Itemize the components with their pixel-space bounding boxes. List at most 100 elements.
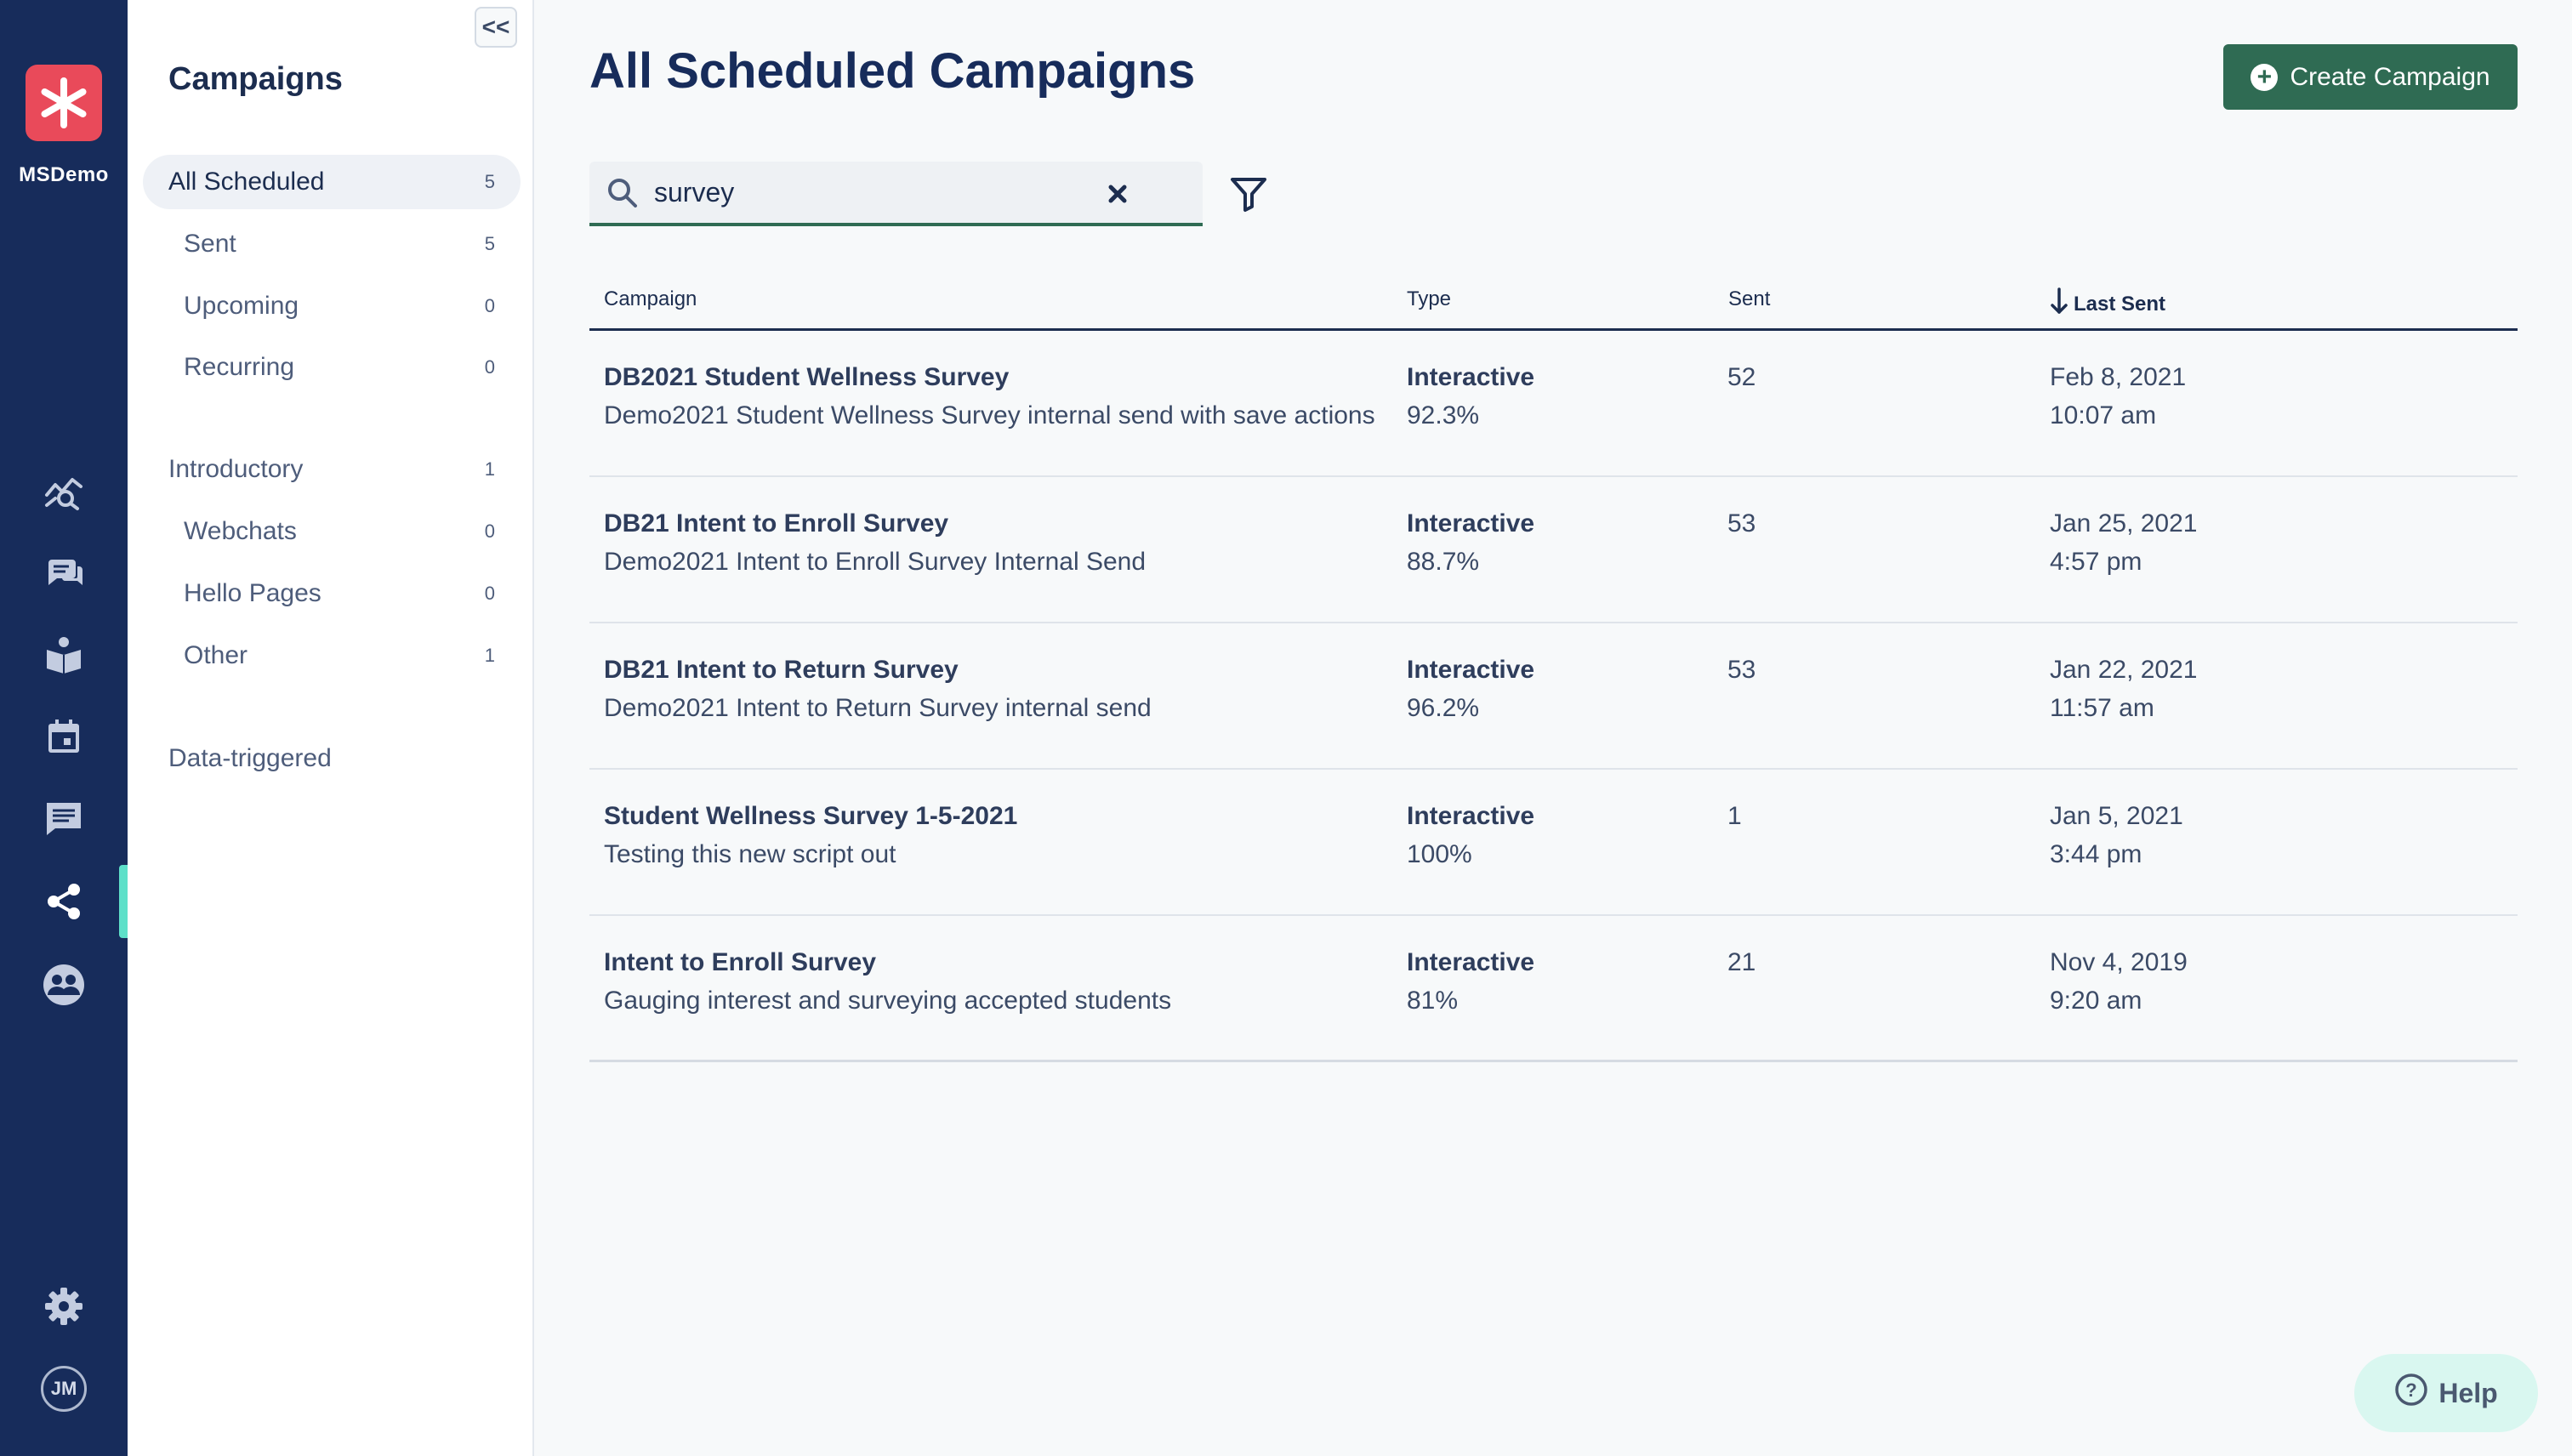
campaigns-sidebar: << Campaigns All Scheduled 5 Sent 5 Upco… bbox=[128, 0, 534, 1456]
sidebar-item-all-scheduled[interactable]: All Scheduled 5 bbox=[143, 155, 521, 209]
sidebar-item-introductory[interactable]: Introductory 1 bbox=[143, 442, 521, 497]
campaign-name[interactable]: DB2021 Student Wellness Survey bbox=[604, 358, 1375, 396]
sidebar-item-label: Hello Pages bbox=[184, 579, 322, 607]
svg-text:?: ? bbox=[2406, 1379, 2417, 1401]
sidebar-item-sent[interactable]: Sent 5 bbox=[143, 217, 521, 271]
sidebar-item-label: Introductory bbox=[168, 455, 304, 483]
response-rate: 96.2% bbox=[1407, 694, 1480, 722]
campaign-type: Interactive bbox=[1407, 656, 1535, 684]
sidebar-title: Campaigns bbox=[168, 61, 343, 97]
active-nav-indicator bbox=[119, 865, 128, 938]
share-network-icon[interactable] bbox=[38, 876, 89, 927]
collapse-sidebar-button[interactable]: << bbox=[475, 7, 517, 48]
campaign-description: Demo2021 Intent to Enroll Survey Interna… bbox=[604, 548, 1147, 576]
campaign-description: Gauging interest and surveying accepted … bbox=[604, 987, 1172, 1015]
response-rate: 88.7% bbox=[1407, 548, 1480, 576]
last-sent-date: Jan 5, 2021 bbox=[2050, 802, 2183, 830]
sent-count: 1 bbox=[1727, 802, 1742, 830]
last-sent-time: 11:57 am bbox=[2050, 694, 2154, 722]
campaign-cell: DB21 Intent to Return Survey Demo2021 In… bbox=[604, 651, 1152, 727]
campaign-name[interactable]: DB21 Intent to Return Survey bbox=[604, 651, 1152, 689]
sidebar-item-label: Recurring bbox=[184, 353, 295, 381]
chat-bubbles-icon[interactable] bbox=[38, 548, 89, 599]
campaign-type: Interactive bbox=[1407, 509, 1535, 537]
last-sent-cell: Jan 25, 2021 4:57 pm bbox=[2050, 504, 2197, 581]
sidebar-item-count: 0 bbox=[484, 295, 495, 316]
sidebar-item-count: 0 bbox=[484, 520, 495, 542]
plus-circle-icon: + bbox=[2250, 63, 2279, 91]
message-icon[interactable] bbox=[38, 793, 89, 844]
type-cell: Interactive 88.7% bbox=[1407, 504, 1534, 581]
app-logo-icon[interactable] bbox=[26, 65, 102, 141]
column-header-label: Last Sent bbox=[2074, 292, 2166, 316]
search-icon bbox=[606, 177, 639, 213]
sidebar-item-recurring[interactable]: Recurring 0 bbox=[143, 340, 521, 395]
sidebar-item-label: Upcoming bbox=[184, 292, 299, 320]
last-sent-date: Jan 22, 2021 bbox=[2050, 656, 2198, 684]
table-row[interactable]: DB2021 Student Wellness Survey Demo2021 … bbox=[589, 331, 2518, 477]
last-sent-date: Nov 4, 2019 bbox=[2050, 948, 2188, 976]
gear-icon[interactable] bbox=[38, 1281, 89, 1332]
sent-count: 53 bbox=[1727, 509, 1756, 537]
sidebar-item-data-triggered[interactable]: Data-triggered bbox=[143, 731, 521, 786]
sidebar-item-label: All Scheduled bbox=[168, 168, 325, 196]
table-row[interactable]: DB21 Intent to Return Survey Demo2021 In… bbox=[589, 623, 2518, 770]
sidebar-item-upcoming[interactable]: Upcoming 0 bbox=[143, 279, 521, 333]
help-button[interactable]: ? Help bbox=[2354, 1354, 2538, 1432]
sidebar-item-count: 5 bbox=[484, 171, 495, 192]
sent-count: 53 bbox=[1727, 656, 1756, 684]
last-sent-time: 10:07 am bbox=[2050, 401, 2157, 429]
type-cell: Interactive 100% bbox=[1407, 797, 1534, 873]
campaign-name[interactable]: Intent to Enroll Survey bbox=[604, 943, 1171, 981]
type-cell: Interactive 96.2% bbox=[1407, 651, 1534, 727]
type-cell: Interactive 92.3% bbox=[1407, 358, 1534, 435]
calendar-icon[interactable] bbox=[38, 711, 89, 762]
sidebar-item-count: 0 bbox=[484, 583, 495, 604]
filter-icon[interactable] bbox=[1225, 170, 1272, 218]
clear-search-icon[interactable] bbox=[1101, 177, 1135, 211]
table-row[interactable]: Intent to Enroll Survey Gauging interest… bbox=[589, 916, 2518, 1062]
create-campaign-label: Create Campaign bbox=[2290, 62, 2490, 91]
sidebar-item-label: Other bbox=[184, 641, 248, 669]
sidebar-item-other[interactable]: Other 1 bbox=[143, 628, 521, 683]
campaign-description: Demo2021 Intent to Return Survey interna… bbox=[604, 694, 1152, 722]
campaign-type: Interactive bbox=[1407, 363, 1535, 391]
create-campaign-button[interactable]: + Create Campaign bbox=[2223, 44, 2518, 110]
sidebar-item-count: 0 bbox=[484, 356, 495, 378]
response-rate: 92.3% bbox=[1407, 401, 1480, 429]
sidebar-item-label: Data-triggered bbox=[168, 744, 332, 772]
campaign-name[interactable]: Student Wellness Survey 1-5-2021 bbox=[604, 797, 1017, 835]
sidebar-item-hello-pages[interactable]: Hello Pages 0 bbox=[143, 566, 521, 621]
type-cell: Interactive 81% bbox=[1407, 943, 1534, 1020]
last-sent-time: 3:44 pm bbox=[2050, 840, 2142, 868]
column-header-type[interactable]: Type bbox=[1407, 287, 1451, 311]
column-header-sent[interactable]: Sent bbox=[1728, 287, 1770, 311]
campaign-cell: Student Wellness Survey 1-5-2021 Testing… bbox=[604, 797, 1017, 873]
campaign-cell: DB21 Intent to Enroll Survey Demo2021 In… bbox=[604, 504, 1146, 581]
user-avatar[interactable]: JM bbox=[41, 1366, 87, 1412]
people-icon[interactable] bbox=[38, 959, 89, 1010]
campaign-description: Testing this new script out bbox=[604, 840, 896, 868]
analytics-icon[interactable] bbox=[38, 466, 89, 517]
search-input[interactable] bbox=[654, 173, 1079, 211]
campaign-description: Demo2021 Student Wellness Survey interna… bbox=[604, 401, 1375, 429]
book-icon[interactable] bbox=[38, 629, 89, 680]
sort-down-arrow-icon bbox=[2050, 287, 2068, 321]
table-row[interactable]: DB21 Intent to Enroll Survey Demo2021 In… bbox=[589, 477, 2518, 623]
table-row[interactable]: Student Wellness Survey 1-5-2021 Testing… bbox=[589, 770, 2518, 916]
last-sent-date: Jan 25, 2021 bbox=[2050, 509, 2198, 537]
help-question-icon: ? bbox=[2394, 1373, 2428, 1413]
last-sent-cell: Jan 5, 2021 3:44 pm bbox=[2050, 797, 2183, 873]
sent-count: 52 bbox=[1727, 363, 1756, 391]
app-rail: MSDemo JM bbox=[0, 0, 128, 1456]
campaign-name[interactable]: DB21 Intent to Enroll Survey bbox=[604, 504, 1146, 543]
sidebar-item-webchats[interactable]: Webchats 0 bbox=[143, 504, 521, 559]
response-rate: 100% bbox=[1407, 840, 1472, 868]
column-header-last-sent[interactable]: Last Sent bbox=[2050, 287, 2165, 321]
column-header-campaign[interactable]: Campaign bbox=[604, 287, 697, 311]
campaign-type: Interactive bbox=[1407, 802, 1535, 830]
campaign-cell: DB2021 Student Wellness Survey Demo2021 … bbox=[604, 358, 1375, 435]
last-sent-time: 9:20 am bbox=[2050, 987, 2142, 1015]
response-rate: 81% bbox=[1407, 987, 1459, 1015]
page-title: All Scheduled Campaigns bbox=[589, 43, 1196, 99]
